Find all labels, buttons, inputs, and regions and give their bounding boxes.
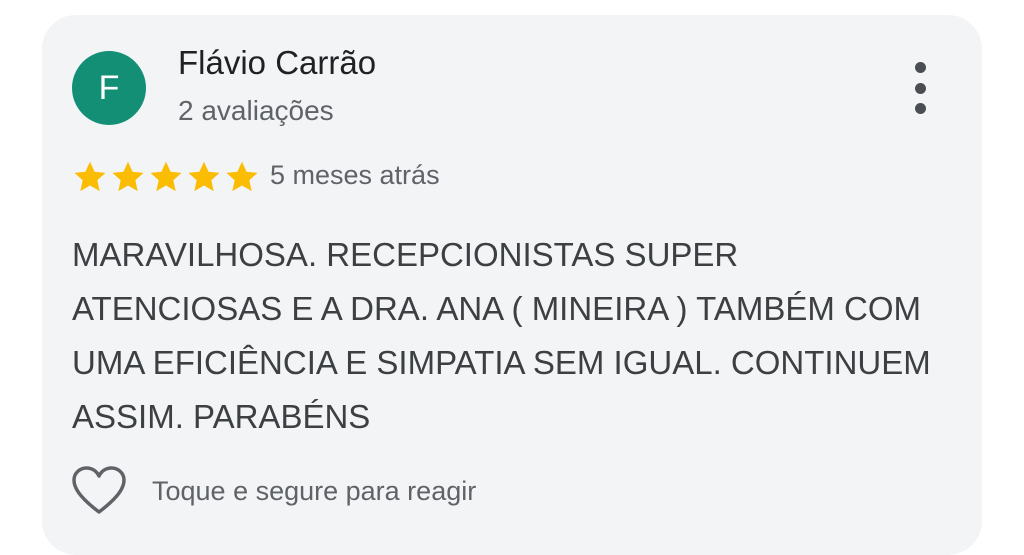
more-vertical-icon <box>914 62 926 73</box>
more-vertical-icon-dot <box>914 82 926 94</box>
star-icon <box>112 161 144 192</box>
star-icon <box>74 161 106 192</box>
review-text: MARAVILHOSA. RECEPCIONISTAS SUPER ATENCI… <box>72 236 931 435</box>
heart-outline-icon <box>72 466 126 514</box>
review-date: 5 meses atrás <box>270 160 440 190</box>
avatar[interactable]: F <box>72 51 146 125</box>
more-options-button[interactable] <box>900 62 940 114</box>
author-name[interactable]: Flávio Carrão <box>178 44 376 82</box>
star-rating <box>72 159 260 195</box>
react-label: Toque e segure para reagir <box>152 475 477 506</box>
star-icon <box>226 161 258 192</box>
author-review-count: 2 avaliações <box>178 95 334 126</box>
star-icon <box>188 161 220 192</box>
more-vertical-icon-dot <box>914 103 926 114</box>
react-button[interactable]: Toque e segure para reagir <box>72 466 476 516</box>
star-icon <box>150 161 182 192</box>
